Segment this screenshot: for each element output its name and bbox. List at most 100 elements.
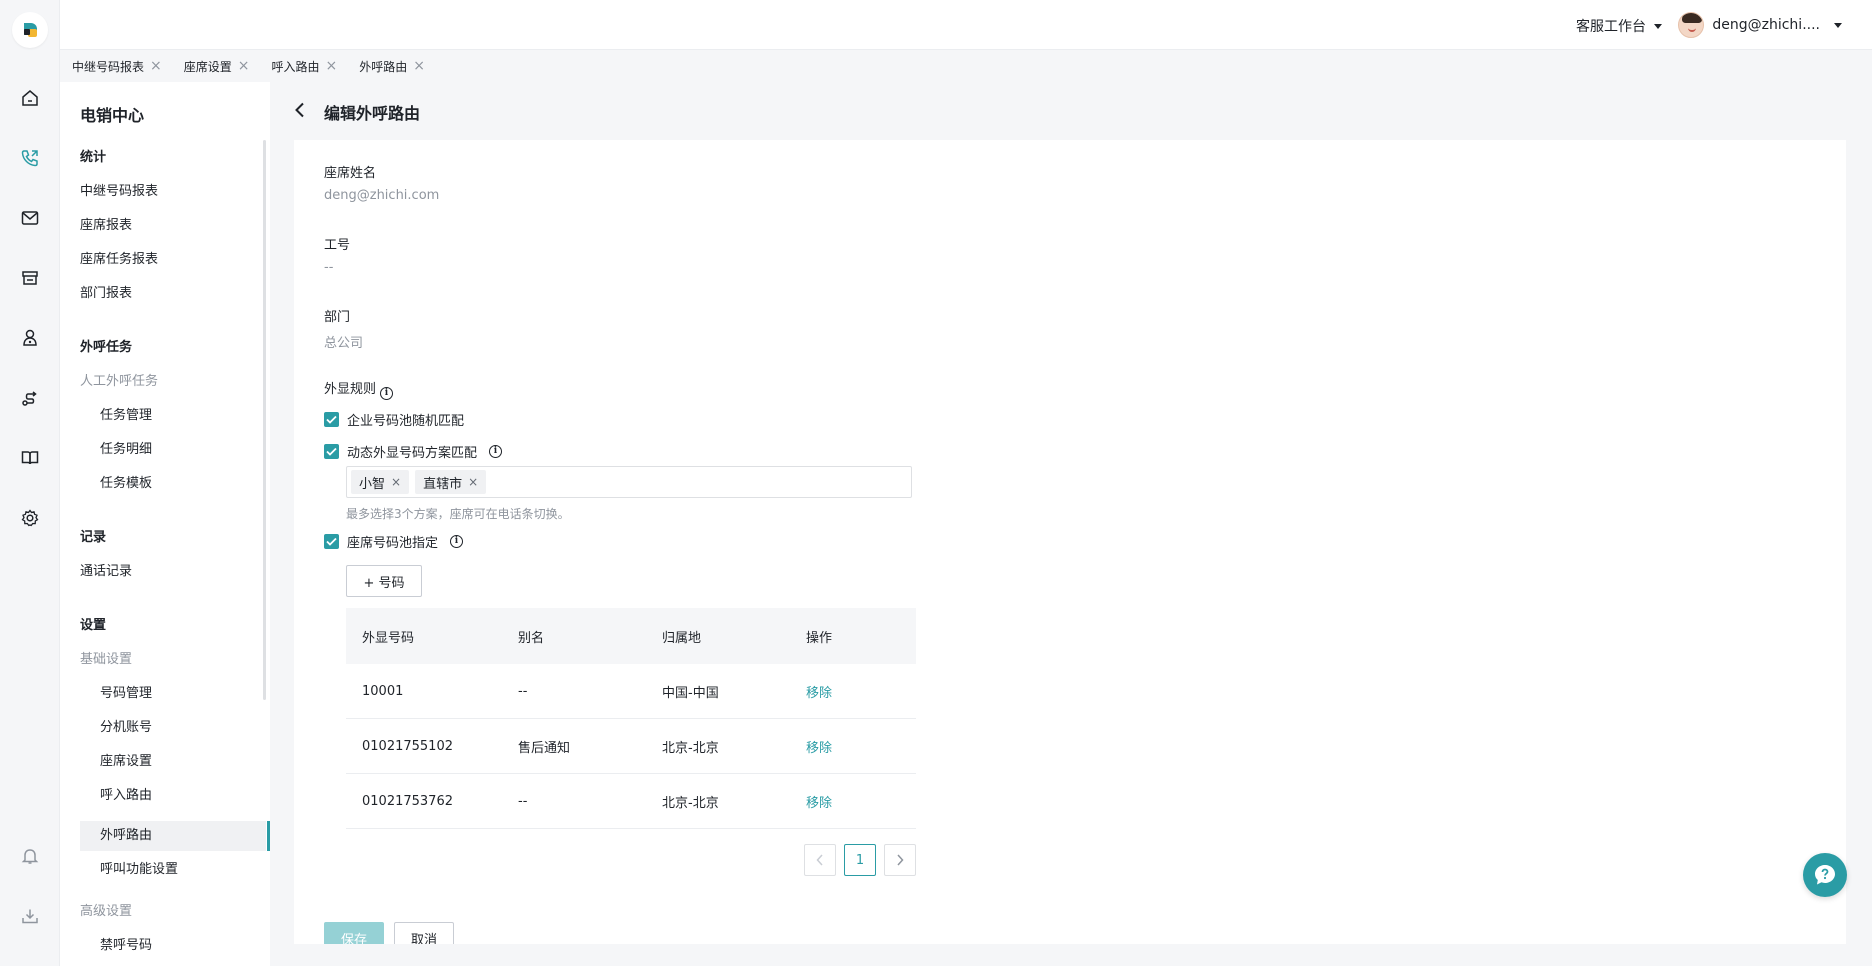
page-number-button[interactable]: 1	[844, 844, 876, 876]
scheme-tag: 小智 ×	[351, 470, 410, 494]
home-icon[interactable]	[18, 86, 42, 110]
agent-name-value: deng@zhichi.com	[324, 188, 440, 203]
rule-label: 企业号码池随机匹配	[347, 414, 465, 429]
sidebar-item-task-manage[interactable]: 任务管理	[100, 406, 152, 426]
sidebar-item-agent-settings[interactable]: 座席设置	[100, 752, 152, 772]
tag-label: 直辖市	[423, 476, 463, 492]
sidebar-subgroup-basic[interactable]: 基础设置	[80, 650, 132, 670]
sidebar-item-agent-task-report[interactable]: 座席任务报表	[80, 250, 158, 270]
route-icon[interactable]	[18, 386, 42, 410]
table-row: 01021753762 -- 北京-北京 移除	[346, 774, 916, 829]
info-icon[interactable]: i	[489, 445, 503, 458]
table-row: 01021755102 售后通知 北京-北京 移除	[346, 719, 916, 774]
sidebar-group-settings: 设置	[80, 618, 107, 633]
back-icon[interactable]	[294, 102, 306, 118]
rule-agent-pool[interactable]: 座席号码池指定 i	[324, 532, 464, 551]
scheme-select[interactable]: 小智 × 直辖市 ×	[346, 466, 912, 498]
page-header: 编辑外呼路由	[270, 82, 1872, 140]
tab-agent-settings[interactable]: 座席设置 ×	[184, 58, 250, 75]
page-scrollbar[interactable]	[1846, 140, 1852, 944]
sidebar-item-dept-report[interactable]: 部门报表	[80, 284, 132, 304]
page-tabs: 中继号码报表 × 座席设置 × 呼入路由 × 外呼路由 ×	[60, 50, 1872, 82]
rule-dynamic-scheme[interactable]: 动态外显号码方案匹配 i	[324, 442, 503, 461]
tab-outbound-route[interactable]: 外呼路由 ×	[359, 58, 425, 75]
column-header: 外显号码	[362, 630, 415, 646]
sidebar-item-outbound-route[interactable]: 外呼路由	[80, 821, 266, 851]
tag-label: 小智	[359, 476, 386, 492]
close-icon[interactable]: ×	[391, 475, 401, 489]
sidebar-item-inbound-route[interactable]: 呼入路由	[100, 786, 152, 806]
page-title: 编辑外呼路由	[324, 104, 421, 123]
tab-label: 座席设置	[183, 59, 232, 74]
remove-link[interactable]: 移除	[806, 682, 916, 701]
phone-icon[interactable]	[18, 146, 42, 170]
remove-link[interactable]: 移除	[806, 737, 916, 756]
sidebar-title: 电销中心	[80, 106, 145, 125]
sidebar-scrollbar[interactable]	[263, 140, 266, 700]
user-icon[interactable]	[18, 326, 42, 350]
close-icon[interactable]: ×	[413, 59, 425, 73]
cell-alias: --	[518, 793, 528, 809]
sidebar-subgroup-manual-outbound[interactable]: 人工外呼任务	[80, 372, 158, 392]
tab-trunk-report[interactable]: 中继号码报表 ×	[72, 58, 162, 75]
user-menu[interactable]: deng@zhichi....	[1678, 12, 1842, 38]
sidebar-item-agent-report[interactable]: 座席报表	[80, 216, 132, 236]
scheme-hint: 最多选择3个方案，座席可在电话条切换。	[346, 507, 570, 521]
cell-number: 10001	[362, 683, 404, 699]
cell-location: 北京-北京	[662, 740, 719, 756]
sidebar-group-stats: 统计	[80, 150, 107, 165]
active-indicator	[267, 821, 270, 851]
sidebar-item-extension[interactable]: 分机账号	[100, 718, 152, 738]
save-button[interactable]: 保存	[324, 922, 384, 944]
app-logo[interactable]	[12, 12, 48, 48]
rule-enterprise-pool[interactable]: 企业号码池随机匹配	[324, 410, 464, 429]
chevron-down-icon	[1654, 23, 1662, 29]
info-icon[interactable]: i	[380, 387, 394, 400]
column-header: 别名	[518, 630, 545, 646]
checkbox-checked[interactable]	[324, 444, 339, 459]
next-page-button[interactable]	[884, 844, 916, 876]
sidebar-item-task-detail[interactable]: 任务明细	[100, 440, 152, 460]
bell-icon[interactable]	[18, 844, 42, 868]
sidebar-item-blocked-numbers[interactable]: 禁呼号码	[100, 936, 152, 956]
agent-name-label: 座席姓名	[324, 166, 377, 181]
close-icon[interactable]: ×	[150, 59, 162, 73]
sidebar-item-number-manage[interactable]: 号码管理	[100, 684, 152, 704]
cancel-button[interactable]: 取消	[394, 922, 454, 944]
sidebar-item-trunk-report[interactable]: 中继号码报表	[80, 182, 158, 202]
tab-label: 呼入路由	[271, 59, 320, 74]
sidebar-item-call-function[interactable]: 呼叫功能设置	[100, 860, 178, 880]
download-icon[interactable]	[18, 904, 42, 928]
rule-label: 座席号码池指定	[347, 536, 439, 551]
sidebar-subgroup-advanced[interactable]: 高级设置	[80, 902, 132, 922]
book-icon[interactable]	[18, 446, 42, 470]
number-table: 外显号码 别名 归属地 操作 10001 -- 中国-中国 移除 0102175…	[346, 608, 916, 829]
chevron-down-icon	[1834, 22, 1842, 28]
cell-alias: --	[518, 683, 528, 699]
close-icon[interactable]: ×	[238, 59, 250, 73]
icon-rail	[0, 0, 60, 966]
dept-label: 部门	[324, 310, 351, 325]
display-rule-label: 外显规则 i	[324, 378, 394, 400]
sidebar-group-outbound: 外呼任务	[80, 340, 133, 355]
close-icon[interactable]: ×	[468, 475, 478, 489]
tab-inbound-route[interactable]: 呼入路由 ×	[272, 58, 338, 75]
job-no-value: --	[324, 260, 334, 275]
add-number-button[interactable]: + 号码	[346, 565, 422, 597]
mail-icon[interactable]	[18, 206, 42, 230]
cell-number: 01021755102	[362, 738, 453, 754]
remove-link[interactable]: 移除	[806, 792, 916, 811]
sidebar-item-call-records[interactable]: 通话记录	[80, 562, 132, 582]
store-icon[interactable]	[18, 266, 42, 290]
close-icon[interactable]: ×	[326, 59, 338, 73]
sidebar-item-task-template[interactable]: 任务模板	[100, 474, 152, 494]
checkbox-checked[interactable]	[324, 534, 339, 549]
info-icon[interactable]: i	[450, 535, 464, 548]
table-row: 10001 -- 中国-中国 移除	[346, 664, 916, 719]
gear-icon[interactable]	[18, 506, 42, 530]
help-button[interactable]	[1803, 853, 1847, 897]
cell-alias: 售后通知	[518, 740, 571, 756]
checkbox-checked[interactable]	[324, 412, 339, 427]
workspace-switcher[interactable]: 客服工作台	[1576, 16, 1662, 36]
prev-page-button[interactable]	[804, 844, 836, 876]
